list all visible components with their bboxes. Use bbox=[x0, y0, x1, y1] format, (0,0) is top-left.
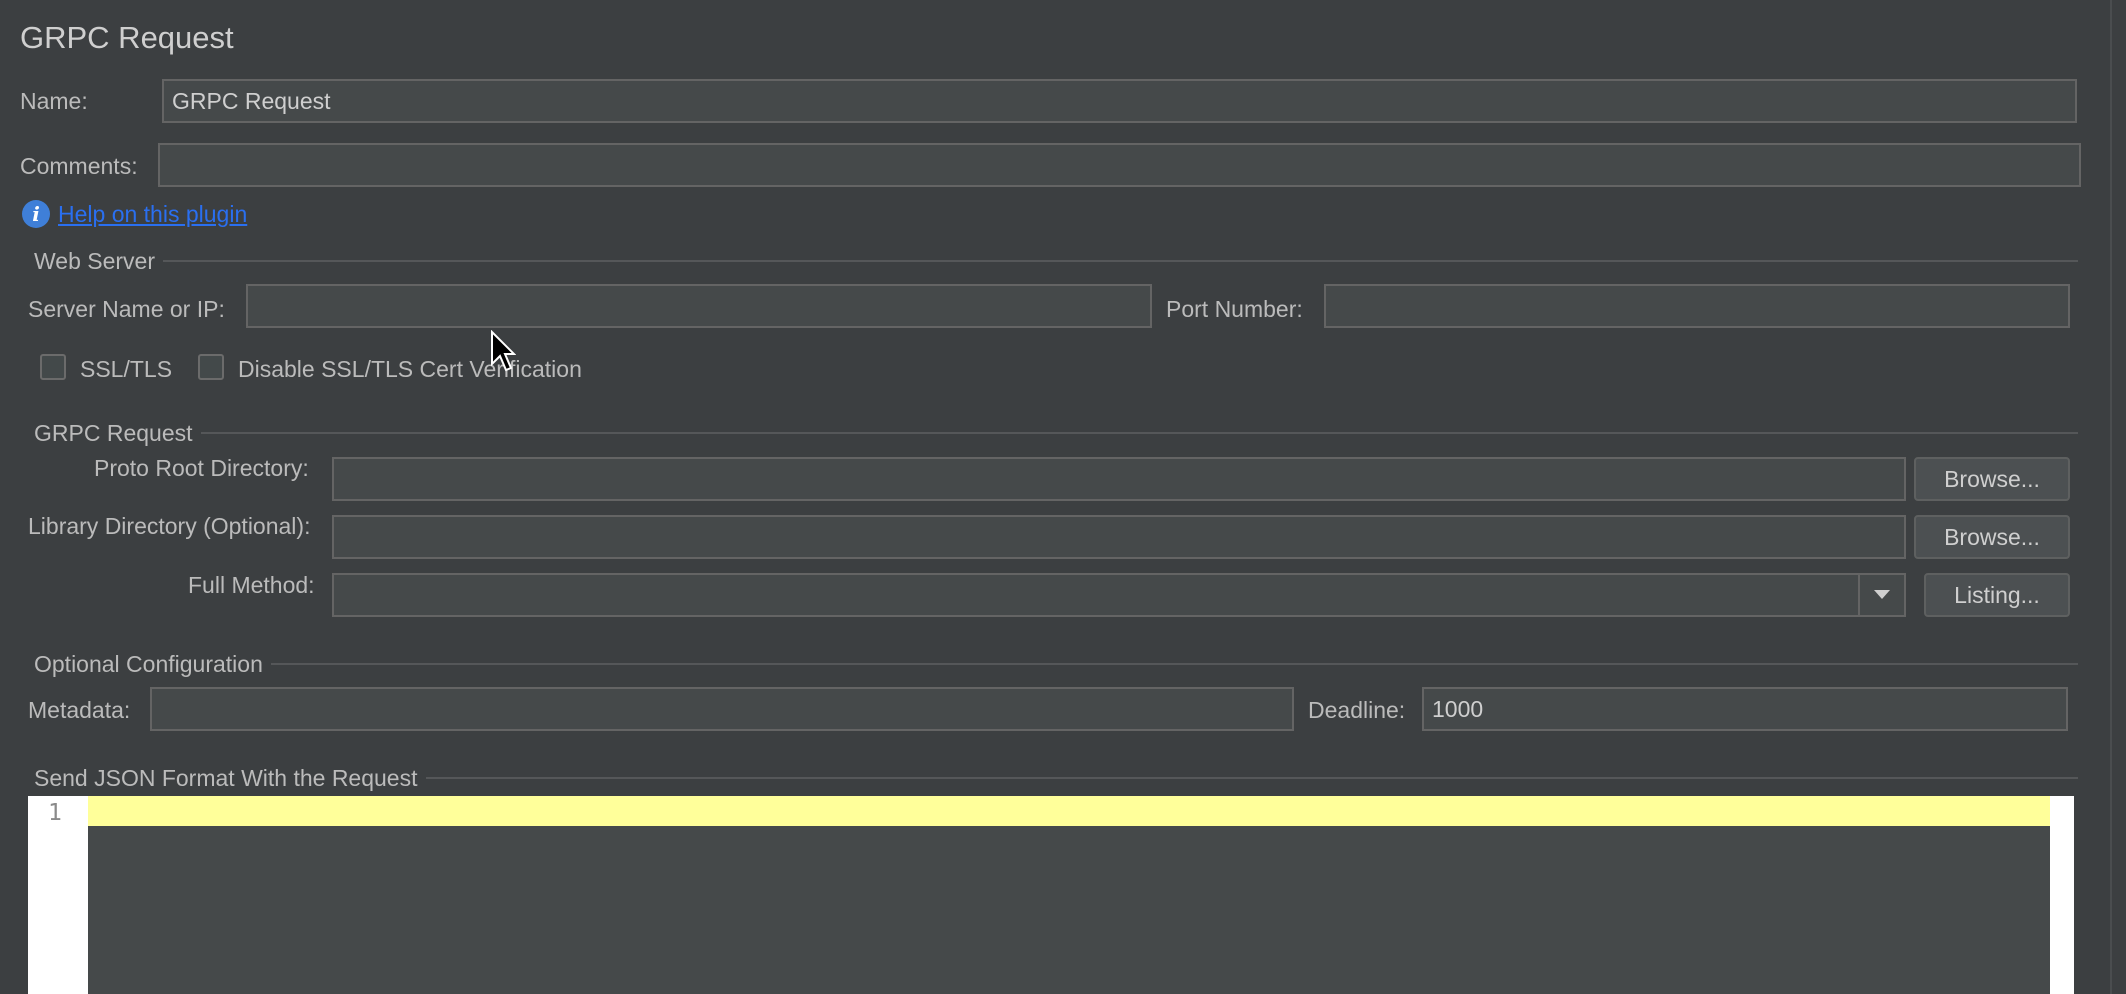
help-link[interactable]: Help on this plugin bbox=[58, 201, 247, 228]
full-method-combobox[interactable] bbox=[332, 573, 1906, 617]
port-number-label: Port Number: bbox=[1166, 296, 1303, 322]
disable-ssl-label: Disable SSL/TLS Cert Verification bbox=[238, 356, 582, 382]
current-line-highlight bbox=[88, 796, 2050, 826]
name-label: Name: bbox=[20, 88, 88, 114]
panel-title: GRPC Request bbox=[20, 20, 234, 55]
web-server-divider bbox=[26, 260, 2078, 262]
proto-root-input[interactable] bbox=[332, 457, 1906, 501]
vertical-scrollbar[interactable] bbox=[2110, 0, 2126, 994]
comments-input[interactable] bbox=[158, 143, 2081, 187]
chevron-down-icon[interactable] bbox=[1858, 575, 1904, 615]
editor-gutter: 1 bbox=[28, 796, 86, 994]
deadline-input[interactable]: 1000 bbox=[1422, 687, 2068, 731]
port-number-input[interactable] bbox=[1324, 284, 2070, 328]
library-browse-button[interactable]: Browse... bbox=[1914, 515, 2070, 559]
mouse-pointer-icon bbox=[491, 330, 516, 372]
editor-text-area[interactable] bbox=[88, 796, 2050, 994]
comments-label: Comments: bbox=[20, 153, 138, 179]
server-name-input[interactable] bbox=[246, 284, 1152, 328]
server-name-label: Server Name or IP: bbox=[28, 296, 225, 322]
metadata-input[interactable] bbox=[150, 687, 1294, 731]
ssl-tls-label: SSL/TLS bbox=[80, 356, 173, 382]
proto-root-label: Proto Root Directory: bbox=[94, 455, 309, 481]
disable-ssl-checkbox[interactable] bbox=[198, 354, 224, 380]
metadata-label: Metadata: bbox=[28, 697, 131, 723]
proto-browse-button[interactable]: Browse... bbox=[1914, 457, 2070, 501]
library-dir-label: Library Directory (Optional): bbox=[28, 513, 311, 539]
listing-button[interactable]: Listing... bbox=[1924, 573, 2070, 617]
optional-config-divider bbox=[26, 663, 2078, 665]
full-method-label: Full Method: bbox=[188, 572, 315, 598]
info-icon: i bbox=[22, 200, 50, 228]
deadline-label: Deadline: bbox=[1308, 697, 1406, 723]
ssl-tls-checkbox[interactable] bbox=[40, 354, 66, 380]
grpc-request-title: GRPC Request bbox=[26, 420, 201, 447]
json-section-title: Send JSON Format With the Request bbox=[26, 765, 426, 792]
web-server-title: Web Server bbox=[26, 248, 164, 275]
json-editor[interactable]: 1 bbox=[28, 796, 2074, 994]
grpc-request-divider bbox=[26, 432, 2078, 434]
line-number: 1 bbox=[48, 800, 62, 826]
name-input[interactable]: GRPC Request bbox=[162, 79, 2077, 123]
optional-config-title: Optional Configuration bbox=[26, 651, 271, 678]
library-dir-input[interactable] bbox=[332, 515, 1906, 559]
